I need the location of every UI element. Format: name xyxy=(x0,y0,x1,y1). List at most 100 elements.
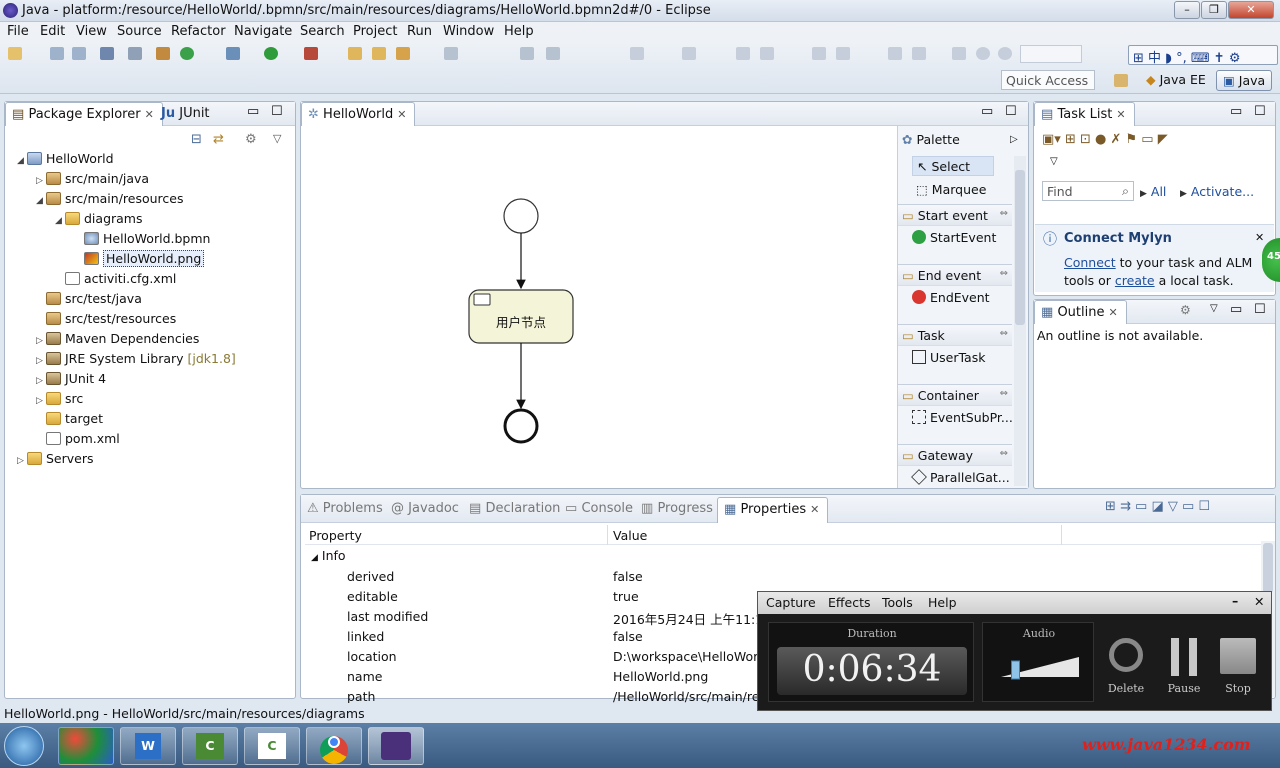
menu-file[interactable]: File xyxy=(7,24,29,39)
tab-properties[interactable]: ▦ Properties ✕ xyxy=(717,497,829,523)
expand-arrow-icon[interactable]: ▷ xyxy=(36,356,46,366)
palette-item[interactable]: EventSubPr... xyxy=(912,410,1013,425)
menu-source[interactable]: Source xyxy=(117,24,162,39)
next-annotation-icon[interactable] xyxy=(444,47,458,60)
tree-item[interactable]: pom.xml xyxy=(36,431,120,451)
menu-window[interactable]: Window xyxy=(443,24,494,39)
recorder-menu-capture[interactable]: Capture xyxy=(766,595,816,610)
link-with-editor-icon[interactable]: ⇄ xyxy=(213,132,224,147)
align-top-icon[interactable] xyxy=(812,47,826,60)
recorder-menu-tools[interactable]: Tools xyxy=(882,595,913,610)
perspective-java[interactable]: ▣ Java xyxy=(1216,70,1273,91)
tab-progress[interactable]: ▥ Progress xyxy=(635,497,721,521)
taskbar-app-flower[interactable] xyxy=(58,727,114,765)
palette-item[interactable]: EndEvent xyxy=(912,290,990,305)
undo-icon[interactable] xyxy=(630,47,644,60)
collapse-arrow-icon[interactable]: ◢ xyxy=(55,216,65,226)
tree-item[interactable]: ◢ diagrams xyxy=(55,211,143,231)
col-divider-2[interactable] xyxy=(1061,525,1062,545)
maximize-view-icon[interactable]: ☐ xyxy=(271,104,283,119)
recorder-minimize-button[interactable]: – xyxy=(1232,593,1238,608)
close-properties-icon[interactable]: ✕ xyxy=(810,503,819,516)
maximize-task-list-icon[interactable]: ☐ xyxy=(1254,104,1266,119)
menu-help[interactable]: Help xyxy=(504,24,534,39)
match-height-icon[interactable] xyxy=(912,47,926,60)
collapse-arrow-icon[interactable]: ◢ xyxy=(36,196,46,206)
tree-item[interactable]: ▷ src xyxy=(36,391,83,411)
tree-item[interactable]: HelloWorld.png xyxy=(74,250,205,271)
tab-junit[interactable]: Ju JUnit xyxy=(155,102,218,126)
palette-item[interactable]: StartEvent xyxy=(912,230,996,245)
recorder-stop-button[interactable]: Stop xyxy=(1218,638,1258,695)
palette-item[interactable]: ParallelGat... xyxy=(911,469,1010,485)
menu-search[interactable]: Search xyxy=(300,24,345,39)
expand-arrow-icon[interactable]: ▷ xyxy=(17,456,27,466)
palette-group-header[interactable]: ▭ Start event ⇔ xyxy=(898,204,1012,226)
tree-item[interactable]: HelloWorld.bpmn xyxy=(74,231,210,251)
maximize-outline-icon[interactable]: ☐ xyxy=(1254,302,1266,317)
tree-item[interactable]: ▷ JRE System Library [jdk1.8] xyxy=(36,351,236,371)
grid-icon[interactable] xyxy=(952,47,966,60)
close-mylyn-icon[interactable]: ✕ xyxy=(1255,231,1264,244)
minimize-task-list-icon[interactable]: ▭ xyxy=(1230,104,1242,119)
palette-scroll-thumb[interactable] xyxy=(1015,170,1025,325)
collapse-all-icon[interactable]: ⊟ xyxy=(191,132,202,147)
view-filters-icon[interactable]: ⚙ xyxy=(245,132,257,147)
forward-icon[interactable] xyxy=(546,47,560,60)
palette-group-header[interactable]: ▭ Gateway ⇔ xyxy=(898,444,1012,466)
expand-arrow-icon[interactable]: ▷ xyxy=(36,336,46,346)
zoom-in-icon[interactable] xyxy=(998,47,1012,60)
menu-view[interactable]: View xyxy=(76,24,107,39)
palette-group-header[interactable]: ▭ Task ⇔ xyxy=(898,324,1012,346)
outline-filter-icon[interactable]: ⚙ xyxy=(1180,303,1191,317)
start-event-shape[interactable] xyxy=(503,198,539,234)
col-divider[interactable] xyxy=(607,525,608,545)
close-outline-icon[interactable]: ✕ xyxy=(1108,306,1117,319)
maximize-editor-icon[interactable]: ☐ xyxy=(1005,104,1017,119)
palette-group-header[interactable]: ▭ Container ⇔ xyxy=(898,384,1012,406)
minimize-outline-icon[interactable]: ▭ xyxy=(1230,302,1242,317)
tree-item[interactable]: target xyxy=(36,411,103,431)
expand-arrow-icon[interactable]: ▷ xyxy=(36,396,46,406)
align-left-icon[interactable] xyxy=(736,47,750,60)
taskbar-app-eclipse[interactable] xyxy=(368,727,424,765)
close-editor-icon[interactable]: ✕ xyxy=(397,108,406,121)
property-row[interactable]: derived false xyxy=(305,567,1280,587)
menu-refactor[interactable]: Refactor xyxy=(171,24,226,39)
tree-item[interactable]: ▷ Maven Dependencies xyxy=(36,331,199,351)
refresh-icon[interactable] xyxy=(180,47,194,60)
zoom-combo[interactable] xyxy=(1020,45,1082,63)
palette-group-header[interactable]: ▭ End event ⇔ xyxy=(898,264,1012,286)
end-event-shape[interactable] xyxy=(503,408,539,444)
palette-pin-icon[interactable]: ⇔ xyxy=(1000,208,1008,219)
recorder-menu-effects[interactable]: Effects xyxy=(828,595,871,610)
properties-group-info[interactable]: ◢ Info xyxy=(311,548,346,563)
menu-run[interactable]: Run xyxy=(407,24,432,39)
bpmn-canvas[interactable] xyxy=(301,126,897,488)
tree-item[interactable]: activiti.cfg.xml xyxy=(55,271,176,291)
taskbar-app-camtasia[interactable]: C xyxy=(182,727,238,765)
search-icon[interactable] xyxy=(396,47,410,60)
tree-item[interactable]: ▷ JUnit 4 xyxy=(36,371,106,391)
taskbar-app-word[interactable]: W xyxy=(120,727,176,765)
view-menu-icon[interactable]: ▽ xyxy=(273,132,281,145)
tab-declaration[interactable]: ▤ Declaration xyxy=(463,497,568,521)
menu-project[interactable]: Project xyxy=(353,24,397,39)
new-icon[interactable] xyxy=(8,47,22,60)
palette-collapse-icon[interactable]: ▷ xyxy=(1010,134,1018,145)
properties-toolbar[interactable]: ⊞ ⇉ ▭ ◪ ▽ ▭ ☐ xyxy=(1105,499,1210,514)
task-filter-all[interactable]: ▶ All xyxy=(1140,184,1166,199)
task-activate-link[interactable]: ▶ Activate... xyxy=(1180,184,1254,199)
tab-helloworld-editor[interactable]: ✲ HelloWorld ✕ xyxy=(301,102,416,126)
expand-arrow-icon[interactable]: ▷ xyxy=(36,176,46,186)
properties-scroll-thumb[interactable] xyxy=(1263,543,1273,593)
minimize-editor-icon[interactable]: ▭ xyxy=(981,104,993,119)
palette-pin-icon[interactable]: ⇔ xyxy=(1000,388,1008,399)
save-all-icon[interactable] xyxy=(72,47,86,60)
close-task-list-icon[interactable]: ✕ xyxy=(1116,108,1125,121)
tab-javadoc[interactable]: @ Javadoc xyxy=(385,497,467,521)
ime-toolbar[interactable]: ⊞ 中 ◗ °, ⌨ ✝ ⚙ xyxy=(1128,45,1278,66)
palette-marquee-tool[interactable]: ⬚ Marquee xyxy=(916,182,986,197)
tab-console[interactable]: ▭ Console xyxy=(559,497,641,521)
align-middle-icon[interactable] xyxy=(836,47,850,60)
